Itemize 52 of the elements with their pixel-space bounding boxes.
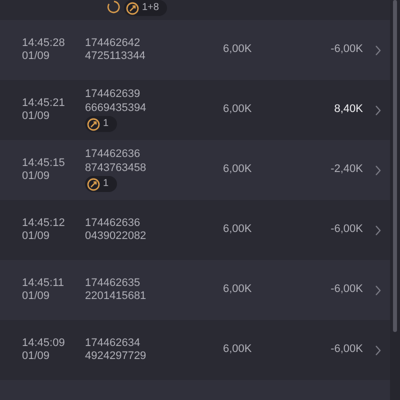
bet-time: 14:45:12 [22, 216, 65, 230]
round-id: 174462635 [85, 276, 140, 290]
bet-time: 14:45:28 [22, 36, 65, 50]
round-id: 174462634 [85, 336, 140, 350]
bet-amount: 6,00K [223, 283, 253, 297]
coin-icon [126, 2, 139, 14]
coin-icon [87, 178, 100, 190]
chevron-right-icon[interactable] [375, 164, 381, 176]
bet-result: -6,00K [330, 43, 363, 57]
round-id: 174462642 [85, 36, 140, 50]
round-id: 174462636 [85, 216, 140, 230]
chevron-right-icon[interactable] [375, 104, 381, 116]
bet-result: -6,00K [330, 283, 363, 297]
badge-count: 1 [103, 178, 109, 190]
bet-result: -2,40K [330, 163, 363, 177]
bet-result: -6,00K [330, 223, 363, 237]
bet-time: 14:45:09 [22, 336, 65, 350]
bet-amount: 6,00K [223, 343, 253, 357]
bet-date: 01/09 [22, 50, 50, 64]
bet-result: 8,40K [333, 103, 363, 117]
bet-time: 14:45:11 [22, 276, 64, 290]
bet-date: 01/09 [22, 230, 50, 244]
chevron-right-icon[interactable] [375, 44, 381, 56]
round-id: 8743763458 [85, 162, 146, 175]
bet-amount: 6,00K [223, 223, 253, 237]
bet-amount: 6,00K [223, 163, 253, 177]
round-id: 174462639 [85, 88, 140, 102]
round-id: 2201415681 [85, 290, 146, 304]
bet-result: -6,00K [330, 343, 363, 357]
bet-row[interactable]: 14:45:15 01/09 174462636 8743763458 1 6,00K -2,40K [0, 140, 390, 200]
bet-row[interactable]: 14:45:11 01/09 174462635 2201415681 6,00K -6,00K [0, 260, 390, 320]
chevron-right-icon[interactable] [375, 284, 381, 296]
bet-date: 01/09 [22, 110, 50, 124]
bet-time: 14:45:15 [22, 156, 65, 170]
badge-count: 1+8 [142, 2, 159, 14]
round-id: 6669435394 [85, 102, 146, 115]
round-id: 4924297729 [85, 350, 146, 364]
bet-amount: 6,00K [223, 43, 253, 57]
chevron-right-icon[interactable] [375, 224, 381, 236]
round-id: 4725113344 [85, 50, 146, 64]
scrollbar-thumb[interactable] [393, 0, 397, 332]
round-id: 0439022082 [85, 230, 146, 244]
coin-icon [87, 118, 100, 130]
bet-date: 01/09 [22, 290, 50, 304]
chevron-right-icon[interactable] [375, 344, 381, 356]
badge-count: 1 [103, 118, 109, 130]
bet-time: 14:45:21 [22, 96, 65, 110]
bet-date: 01/09 [22, 170, 50, 184]
round-id: 174462636 [85, 148, 140, 162]
bet-row[interactable]: 14:45:28 01/09 174462642 4725113344 6,00K -6,00K [0, 20, 390, 80]
bet-amount: 6,00K [223, 103, 253, 117]
bet-date: 01/09 [22, 350, 50, 364]
